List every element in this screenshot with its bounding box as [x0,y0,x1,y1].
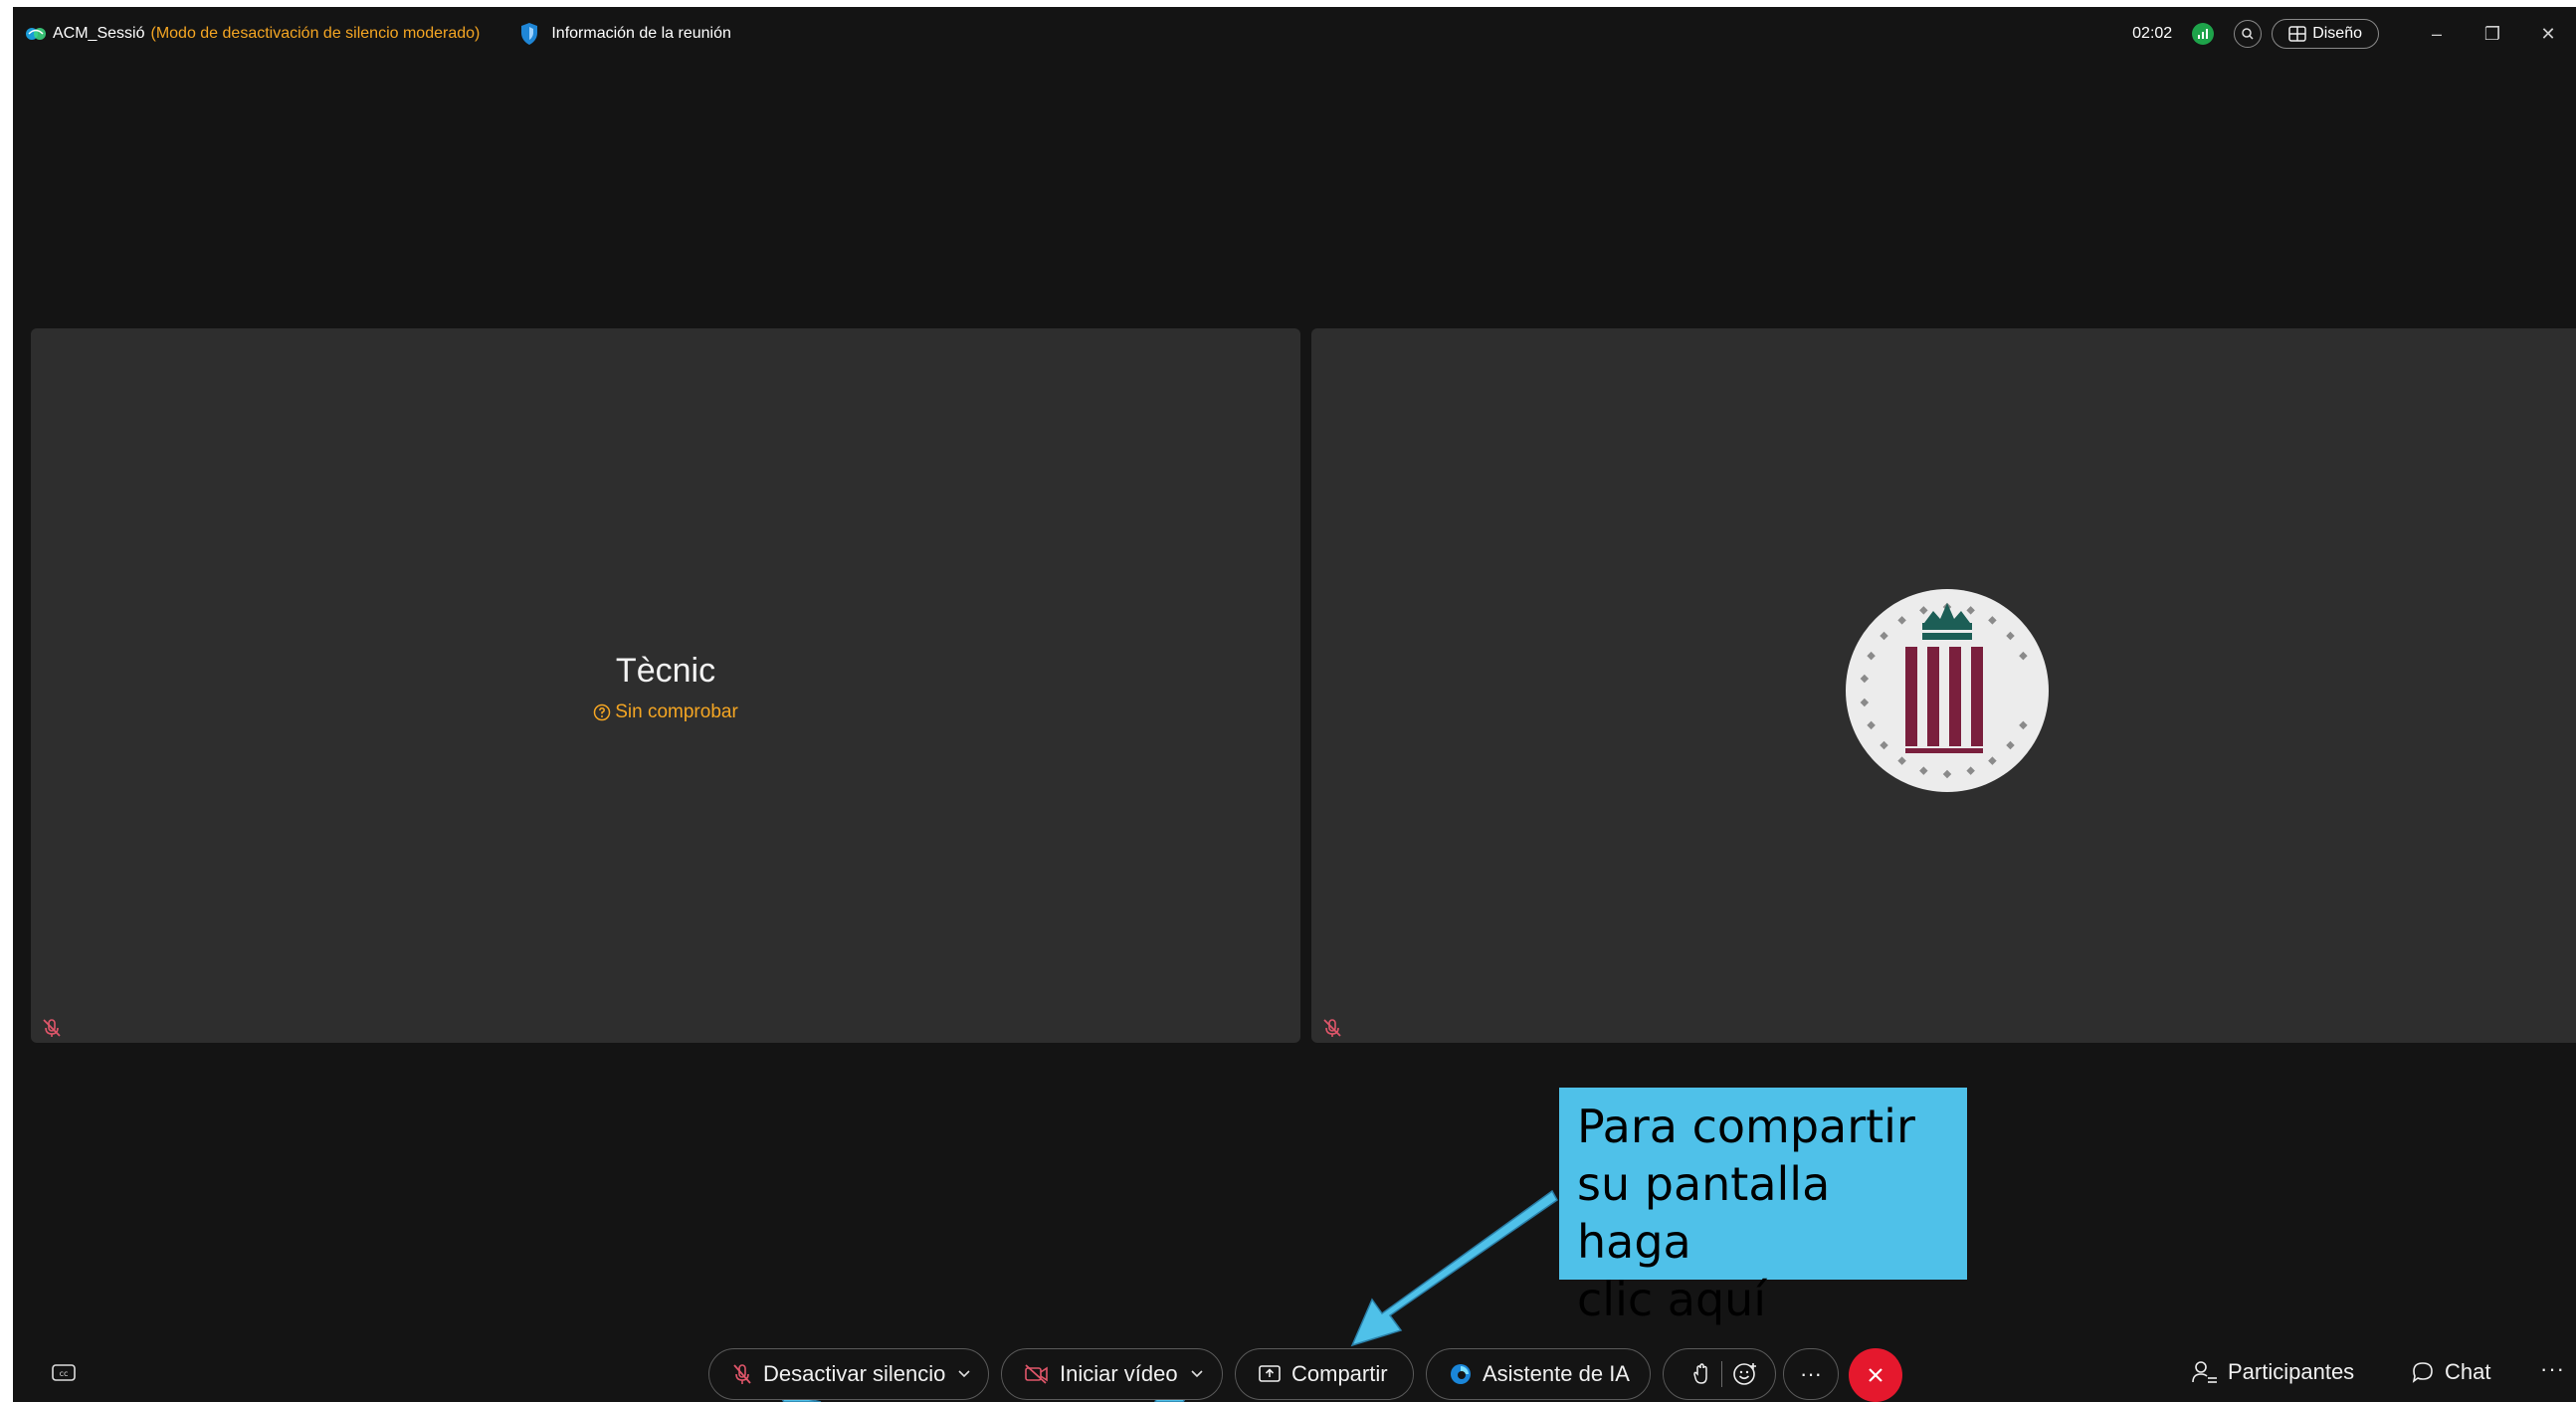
muted-mic-icon [1323,1019,1341,1037]
participants-icon [2192,1361,2217,1383]
meeting-info-button[interactable]: Información de la reunión [519,22,731,46]
start-video-button[interactable]: Iniciar vídeo [1001,1348,1223,1400]
video-tile-tecnic[interactable]: Tècnic Sin comprobar [31,328,1300,1043]
svg-text:cc: cc [60,1369,69,1378]
arrow-to-share [1350,1189,1558,1347]
closed-captions-icon[interactable]: cc [51,1362,77,1384]
chat-label: Chat [2445,1359,2491,1384]
participants-button[interactable]: Participantes [2192,1359,2354,1385]
emoji-icon[interactable] [1732,1361,1758,1387]
meeting-name: ACM_Sessió [53,25,145,42]
mute-mode-label: (Modo de desactivación de silencio moder… [150,25,481,42]
title-bar: ACM_Sessió (Modo de desactivación de sil… [13,7,2576,63]
seal-icon [1848,591,2047,790]
divider [1721,1361,1722,1387]
chat-button[interactable]: Chat [2411,1359,2490,1385]
meeting-timer: 02:02 [2132,25,2173,42]
chevron-down-icon[interactable] [1190,1369,1204,1379]
layout-button[interactable]: Diseño [2272,19,2379,49]
title-bar-left: ACM_Sessió (Modo de desactivación de sil… [25,22,731,46]
participant-status: Sin comprobar [31,701,1300,723]
close-window-button[interactable]: ✕ [2520,19,2576,49]
restore-button[interactable]: ❐ [2465,19,2520,49]
share-label: Compartir [1291,1361,1388,1386]
share-screen-icon [1259,1365,1281,1382]
more-options-button[interactable]: ··· [1783,1348,1839,1400]
bottom-toolbar: cc Desactivar silencio Iniciar vídeo Com… [13,1348,2576,1402]
share-button[interactable]: Compartir [1235,1348,1414,1400]
muted-mic-icon [733,1364,751,1384]
chat-bubble-icon [2412,1362,2433,1383]
participants-label: Participantes [2228,1359,2355,1384]
start-video-label: Iniciar vídeo [1060,1361,1178,1386]
unmute-button[interactable]: Desactivar silencio [708,1348,989,1400]
share-instruction-callout: Para compartir su pantalla haga clic aqu… [1559,1088,1967,1326]
leave-meeting-button[interactable] [1849,1348,1902,1402]
webex-meeting-window: ACM_Sessió (Modo de desactivación de sil… [13,7,2576,1402]
raise-hand-icon[interactable] [1691,1362,1711,1386]
shield-icon [521,23,538,45]
university-seal-avatar [1846,589,2049,792]
title-bar-right: 02:02 Diseño – ❐ ✕ [2132,19,2576,49]
overflow-menu-button[interactable]: ··· [2540,1356,2565,1382]
chevron-down-icon[interactable] [957,1369,971,1379]
ai-assistant-icon [1451,1364,1471,1384]
ai-assistant-button[interactable]: Asistente de IA [1426,1348,1651,1400]
layout-label: Diseño [2312,25,2362,42]
participant-name: Tècnic [615,652,716,690]
close-icon [1869,1368,1882,1382]
participant-status-label: Sin comprobar [615,701,738,722]
ai-assistant-label: Asistente de IA [1483,1361,1630,1386]
connection-signal-icon[interactable] [2192,23,2215,45]
muted-mic-icon [43,1019,61,1037]
question-circle-icon [593,703,611,721]
video-tile-room[interactable] [1311,328,2576,1043]
search-icon[interactable] [2234,20,2263,48]
meeting-info-label: Información de la reunión [551,25,731,42]
reactions-button[interactable] [1663,1348,1776,1400]
unmute-label: Desactivar silencio [763,1361,946,1386]
webex-logo-icon [26,28,46,40]
video-off-icon [1025,1364,1048,1384]
grid-icon [2288,26,2306,42]
minimize-button[interactable]: – [2409,19,2465,49]
